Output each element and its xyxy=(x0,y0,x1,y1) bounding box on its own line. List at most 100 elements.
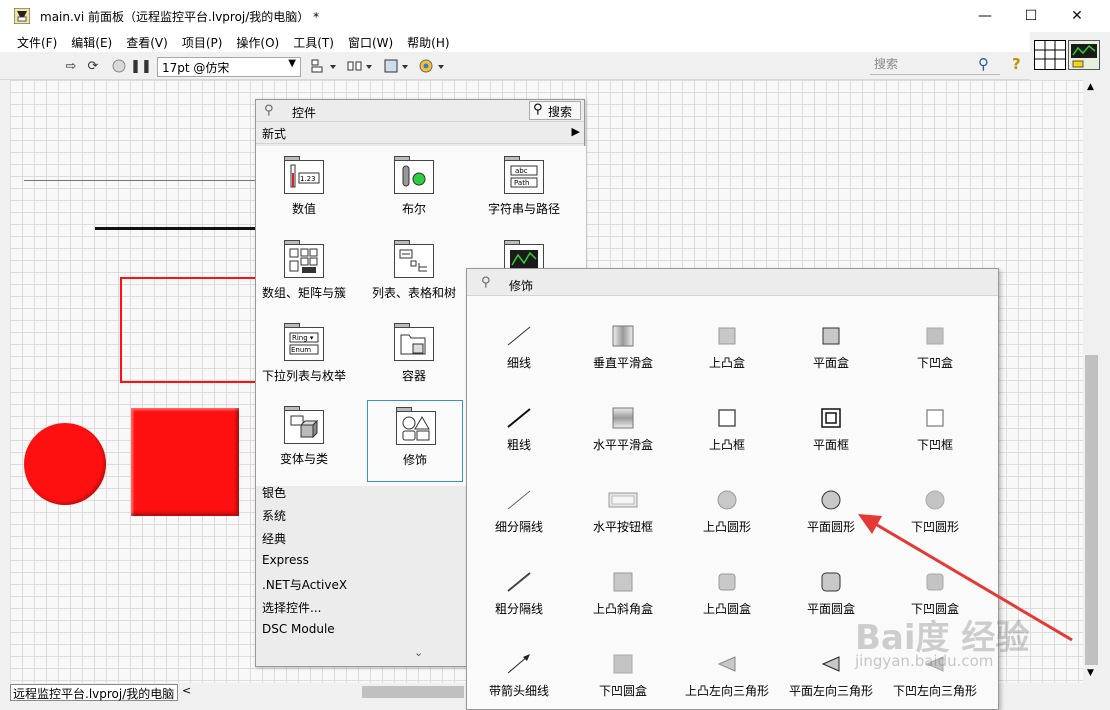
search-icon: ⚲ xyxy=(533,102,543,117)
deco-raised-box[interactable]: 上凸盒 xyxy=(675,307,779,389)
abort-icon[interactable] xyxy=(110,57,128,75)
run-arrow-icon[interactable]: ⇨ xyxy=(62,57,80,75)
deco-thin-divider[interactable]: 细分隔线 xyxy=(467,471,571,553)
vertical-scrollbar-thumb[interactable] xyxy=(1085,355,1098,665)
palette-string-path-label: 字符串与路径 xyxy=(487,202,560,216)
scroll-down-icon[interactable]: ▼ xyxy=(1087,668,1094,678)
deco-raised-frame[interactable]: 上凸框 xyxy=(675,389,779,471)
deco-recessed-box[interactable]: 下凹盒 xyxy=(883,307,987,389)
palette-string-path[interactable]: abc Path 字符串与路径 xyxy=(476,146,572,228)
pin-icon[interactable]: ⚲ xyxy=(481,275,497,291)
palette-variant-label: 变体与类 xyxy=(279,452,328,466)
scroll-left-icon[interactable]: < xyxy=(182,684,191,697)
deco-vertical-smooth-box[interactable]: 垂直平滑盒 xyxy=(571,307,675,389)
menu-edit[interactable]: 编辑(E) xyxy=(64,34,119,51)
menu-operate[interactable]: 操作(O) xyxy=(229,34,286,51)
palette-search-label: 搜索 xyxy=(548,105,573,119)
minimize-button[interactable]: — xyxy=(962,0,1008,32)
red-frame-decoration[interactable] xyxy=(120,277,260,383)
deco-raised-bevel-box-label: 上凸斜角盒 xyxy=(592,602,653,616)
deco-flat-box[interactable]: 平面盒 xyxy=(779,307,883,389)
align-objects-icon[interactable] xyxy=(310,57,338,75)
reorder-icon[interactable] xyxy=(418,57,446,75)
palette-decorations-selected[interactable]: 修饰 xyxy=(367,400,463,482)
vertical-smooth-box-icon xyxy=(603,321,643,351)
raised-box-icon xyxy=(707,321,747,351)
run-continuously-icon[interactable]: ⟳ xyxy=(84,57,102,75)
deco-raised-left-triangle[interactable]: 上凸左向三角形 xyxy=(675,635,779,709)
deco-raised-rounded-box[interactable]: 上凸圆盒 xyxy=(675,553,779,635)
deco-raised-box-label: 上凸盒 xyxy=(708,356,745,370)
deco-raised-bevel-box[interactable]: 上凸斜角盒 xyxy=(571,553,675,635)
menu-file[interactable]: 文件(F) xyxy=(10,34,64,51)
deco-arrow-thin-line[interactable]: 带箭头细线 xyxy=(467,635,571,709)
distribute-objects-icon[interactable] xyxy=(346,57,374,75)
svg-text:1.23: 1.23 xyxy=(300,175,316,183)
search-icon[interactable]: ⚲ xyxy=(978,55,989,73)
horizontal-button-box-icon xyxy=(603,485,643,515)
deco-raised-frame-label: 上凸框 xyxy=(708,438,745,452)
baidu-watermark-url: jingyan.baidu.com xyxy=(855,652,994,670)
raised-rounded-box-icon xyxy=(707,567,747,597)
palette-containers-label: 容器 xyxy=(401,369,426,383)
palette-category-new-style[interactable]: 新式 ▶ xyxy=(256,122,584,144)
deco-thin-line[interactable]: 细线 xyxy=(467,307,571,389)
red-box-decoration[interactable] xyxy=(131,408,239,516)
deco-recessed-rounded-box-2[interactable]: 下凹圆盒 xyxy=(571,635,675,709)
deco-thin-divider-label: 细分隔线 xyxy=(494,520,543,534)
flat-rounded-box-icon xyxy=(811,567,851,597)
resize-objects-icon[interactable] xyxy=(382,57,410,75)
close-button[interactable]: ✕ xyxy=(1054,0,1100,32)
vi-icon[interactable] xyxy=(1068,40,1100,70)
raised-bevel-box-icon xyxy=(603,567,643,597)
deco-thick-line[interactable]: 粗线 xyxy=(467,389,571,471)
deco-raised-circle[interactable]: 上凸圆形 xyxy=(675,471,779,553)
menu-window[interactable]: 窗口(W) xyxy=(341,34,400,51)
svg-text:abc: abc xyxy=(515,167,528,175)
palette-containers[interactable]: 容器 xyxy=(366,313,462,395)
connector-pane[interactable] xyxy=(1034,40,1066,70)
palette-variant-class[interactable]: 变体与类 xyxy=(256,396,352,478)
palette-array-matrix-cluster[interactable]: 数组、矩阵与簇 xyxy=(256,230,352,312)
deco-thick-divider[interactable]: 粗分隔线 xyxy=(467,553,571,635)
thick-line-decoration[interactable] xyxy=(95,227,260,230)
svg-text:Ring ▾: Ring ▾ xyxy=(292,334,314,342)
palette-list-table-tree[interactable]: 列表、表格和树 xyxy=(366,230,462,312)
horizontal-scrollbar-thumb[interactable] xyxy=(362,686,464,698)
context-help-icon[interactable]: ? xyxy=(1012,55,1021,73)
flat-circle-icon xyxy=(811,485,851,515)
boolean-folder-icon xyxy=(394,156,434,194)
chevron-down-icon: ▼ xyxy=(288,58,296,69)
deco-flat-box-label: 平面盒 xyxy=(812,356,849,370)
thick-divider-icon xyxy=(499,567,539,597)
palette-ring-enum[interactable]: Ring ▾ Enum 下拉列表与枚举 xyxy=(256,313,352,395)
thin-line-decoration[interactable] xyxy=(24,180,260,181)
palette-boolean[interactable]: 布尔 xyxy=(366,146,462,228)
recessed-rounded-box-alt-icon xyxy=(603,649,643,679)
controls-palette-title: 控件 xyxy=(292,106,317,120)
scroll-up-icon[interactable]: ▲ xyxy=(1087,82,1094,92)
decorations-palette-header: ⚲ 修饰 xyxy=(467,269,998,296)
expand-palette-icon[interactable]: ⌄ xyxy=(414,646,423,659)
red-circle-decoration[interactable] xyxy=(24,423,106,505)
pause-icon[interactable]: ❚❚ xyxy=(130,57,152,75)
pin-icon[interactable]: ⚲ xyxy=(264,103,280,119)
status-project-path: 远程监控平台.lvproj/我的电脑 xyxy=(10,684,178,701)
deco-thin-line-label: 细线 xyxy=(506,356,531,370)
font-select[interactable]: 17pt @仿宋 ▼ xyxy=(157,57,301,77)
raised-circle-icon xyxy=(707,485,747,515)
palette-search-button[interactable]: ⚲ 搜索 xyxy=(529,101,581,120)
menu-help[interactable]: 帮助(H) xyxy=(400,34,456,51)
deco-recessed-frame[interactable]: 下凹框 xyxy=(883,389,987,471)
menu-project[interactable]: 项目(P) xyxy=(175,34,230,51)
recessed-box-icon xyxy=(915,321,955,351)
deco-horizontal-button-box[interactable]: 水平按钮框 xyxy=(571,471,675,553)
vertical-scrollbar[interactable]: ▲ ▼ xyxy=(1083,80,1100,683)
deco-horizontal-smooth-box[interactable]: 水平平滑盒 xyxy=(571,389,675,471)
menu-tools[interactable]: 工具(T) xyxy=(286,34,341,51)
deco-flat-frame[interactable]: 平面框 xyxy=(779,389,883,471)
deco-recessed-left-triangle-label: 下凹左向三角形 xyxy=(892,684,977,698)
palette-numeric[interactable]: 1.23 数值 xyxy=(256,146,352,228)
menu-view[interactable]: 查看(V) xyxy=(119,34,175,51)
maximize-button[interactable]: ☐ xyxy=(1008,0,1054,32)
